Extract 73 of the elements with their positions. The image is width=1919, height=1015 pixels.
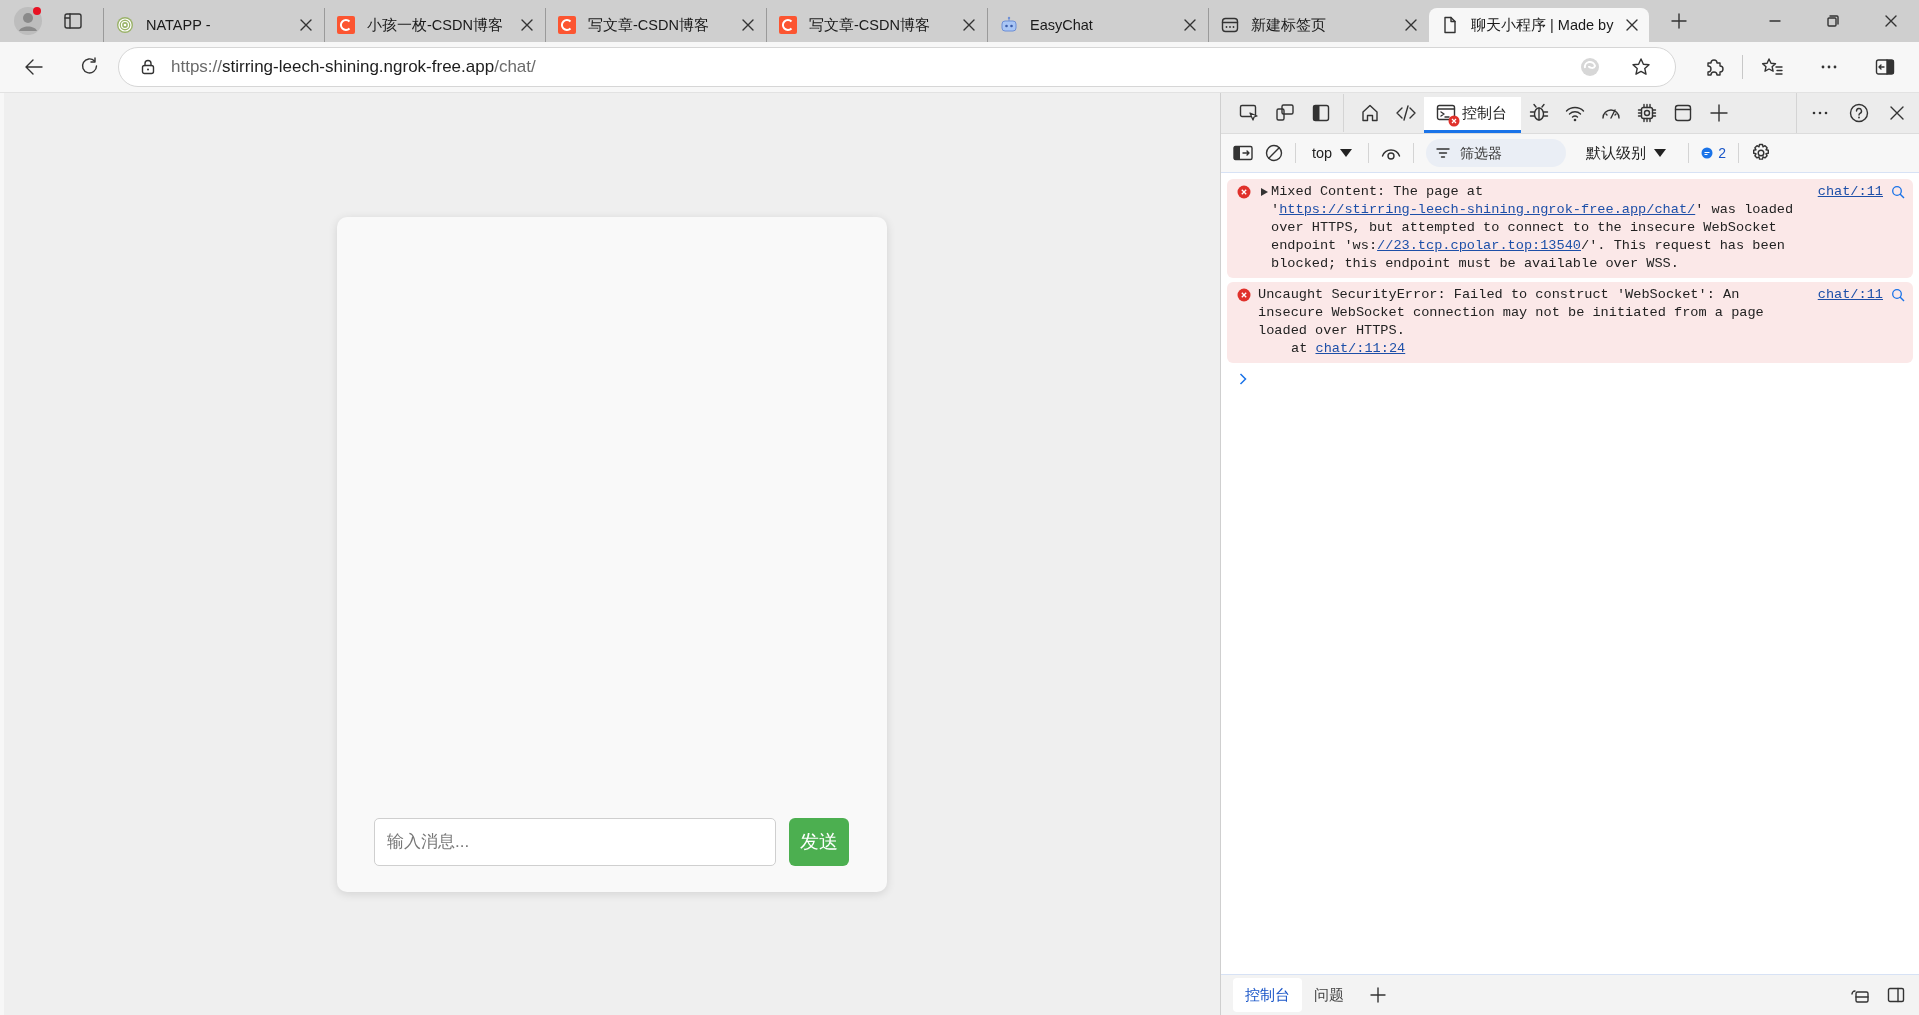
filter-field[interactable]: 筛选器 [1426, 139, 1567, 167]
url-link[interactable]: //23.tcp.cpolar.top:13540 [1377, 238, 1581, 253]
tab-actions-icon[interactable] [63, 11, 83, 31]
close-icon[interactable] [1405, 19, 1417, 31]
console-icon [1436, 103, 1456, 123]
window-icon [1673, 103, 1693, 123]
close-icon[interactable] [742, 19, 754, 31]
error-icon [1237, 288, 1251, 302]
log-level-dropdown[interactable]: 默认级别 [1582, 143, 1671, 163]
address-bar[interactable]: https://stirring-leech-shining.ngrok-free.app/chat/ [118, 47, 1676, 87]
close-icon[interactable] [521, 19, 533, 31]
extension-puzzle-icon[interactable] [1704, 57, 1724, 77]
close-icon[interactable] [1885, 15, 1897, 27]
settings-icon[interactable] [1750, 143, 1771, 163]
expand-triangle-icon[interactable] [1260, 187, 1269, 197]
source-link[interactable]: chat/:11 [1817, 183, 1883, 201]
context-dropdown[interactable]: top [1308, 145, 1357, 161]
close-icon[interactable] [1626, 19, 1638, 31]
error-message-text: Uncaught SecurityError: Failed to construct 'WebSocket': An insecure WebSocket connection may not be initiated from a page loaded over HTTPS. [1258, 286, 1765, 340]
back-icon[interactable] [24, 57, 44, 77]
url-link[interactable]: https://stirring-leech-shining.ngrok-free.app/chat/ [1279, 202, 1696, 217]
drawer-tab[interactable]: 控制台 [1233, 978, 1302, 1012]
restore-icon[interactable] [1827, 15, 1839, 27]
source-link[interactable]: chat/:11 [1817, 286, 1883, 304]
rings-icon [116, 16, 134, 34]
favorite-star-icon[interactable] [1631, 57, 1651, 77]
message-count[interactable]: 2 [1701, 145, 1726, 161]
lock-icon [141, 59, 155, 75]
close-icon[interactable] [963, 19, 975, 31]
clear-console-icon[interactable] [1265, 144, 1283, 162]
new-tab-icon [1221, 16, 1239, 34]
devtools-tab[interactable]: 控制台 [1424, 96, 1521, 133]
sidebar-icon[interactable] [1875, 57, 1895, 77]
add-tab-icon[interactable] [1370, 987, 1386, 1003]
close-icon[interactable] [300, 19, 312, 31]
drawer-tab[interactable]: 问题 [1302, 978, 1356, 1012]
profile-icon[interactable] [13, 6, 43, 36]
close-icon[interactable] [1889, 105, 1905, 121]
error-message-text: Mixed Content: The page at 'https://stirring-leech-shining.ngrok-free.app/chat/' was loaded over HTTPS, but attempted to connect to the insecure WebSocket endpoint 'ws://23.tcp.cpolar.top:13540/'. This request has been blocked; this endpoint must be available over WSS. [1271, 183, 1795, 273]
csdn-c-icon [558, 16, 576, 34]
new-tab-plus-icon[interactable] [1671, 13, 1687, 29]
home-icon [1360, 103, 1380, 123]
stack-link[interactable]: chat/:11:24 [1315, 341, 1406, 356]
eye-icon[interactable] [1381, 146, 1402, 160]
search-icon[interactable] [1891, 185, 1905, 199]
bug-icon [1529, 103, 1549, 123]
favorites-list-icon[interactable] [1761, 57, 1783, 77]
dock-bottom-icon[interactable] [1851, 987, 1869, 1003]
robot-icon [1000, 16, 1018, 34]
document-icon [1441, 16, 1459, 34]
message-input[interactable]: 输入消息... [374, 818, 776, 866]
search-icon[interactable] [1891, 288, 1905, 302]
prompt-chevron-icon[interactable] [1239, 373, 1247, 385]
sidebar-toggle-icon[interactable] [1233, 145, 1253, 161]
plus-icon [1709, 103, 1729, 123]
browser-tab[interactable]: 聊天小程序 | Made by [1429, 8, 1649, 42]
csdn-c-icon [337, 16, 355, 34]
csdn-c-icon [779, 16, 797, 34]
filter-icon [1436, 147, 1451, 159]
code-brackets-icon [1396, 103, 1416, 123]
reload-icon[interactable] [80, 57, 100, 77]
chip-icon [1637, 103, 1657, 123]
message-bubble-icon [1701, 147, 1714, 159]
close-icon[interactable] [1184, 19, 1196, 31]
stack-trace-line: at chat/:11:24 [1290, 340, 1407, 358]
panel-layout-icon [1311, 103, 1331, 123]
device-icon [1275, 103, 1295, 123]
caret-icon [1654, 149, 1667, 157]
inspect-icon [1239, 103, 1259, 123]
dock-side-icon[interactable] [1887, 987, 1905, 1003]
help-icon[interactable] [1849, 103, 1869, 123]
caret-icon [1340, 149, 1353, 157]
error-icon [1237, 185, 1251, 199]
